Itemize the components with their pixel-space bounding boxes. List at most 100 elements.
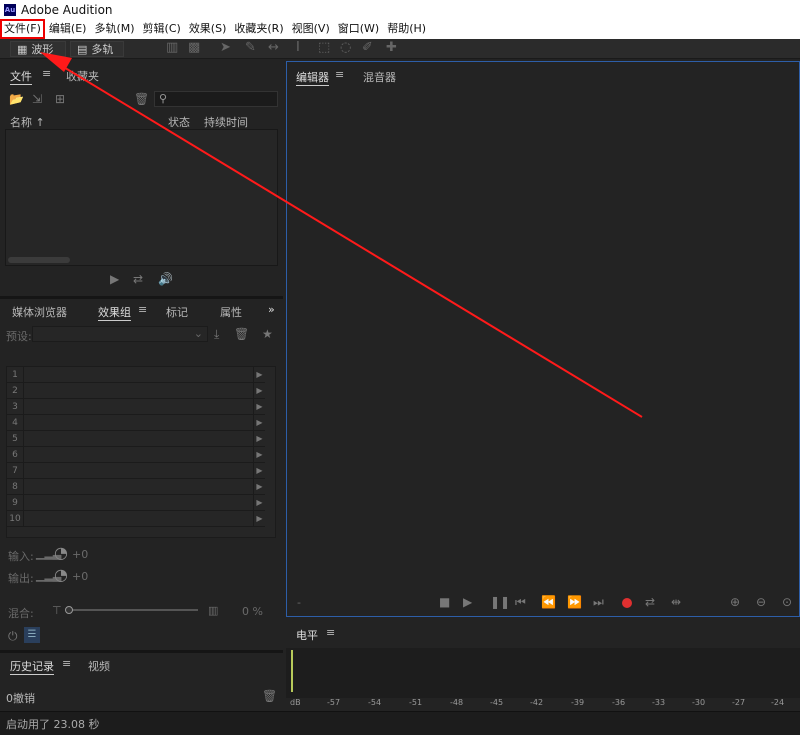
delete-preset-icon[interactable]: 🗑 — [234, 327, 249, 341]
marquee-tool-icon[interactable]: ⬚ — [318, 40, 330, 55]
level-meter — [286, 648, 800, 698]
column-duration-header[interactable]: 持续时间 — [204, 114, 248, 130]
preview-loop-icon[interactable]: ⇄ — [133, 272, 143, 286]
open-file-icon[interactable]: 📂 — [9, 92, 24, 106]
mix-slider[interactable] — [65, 606, 198, 614]
menu-favorites[interactable]: 收藏夹(R) — [230, 19, 287, 39]
column-status-header[interactable]: 状态 — [168, 114, 190, 130]
spot-healing-tool-icon[interactable]: ✚ — [386, 40, 397, 55]
level-title: 电平 — [296, 629, 318, 642]
input-gain-value[interactable]: +0 — [72, 548, 88, 561]
effect-slot[interactable]: 10 ▶ — [7, 510, 265, 527]
effect-slot[interactable]: 4 ▶ — [7, 414, 265, 431]
tab-properties[interactable]: 属性 — [220, 304, 242, 320]
slip-tool-icon[interactable]: ↔ — [268, 40, 279, 55]
waveform-area[interactable] — [287, 92, 799, 578]
panel-menu-icon[interactable]: ≡ — [42, 67, 51, 80]
menu-multitrack[interactable]: 多轨(M) — [90, 19, 138, 39]
pause-icon[interactable]: ❚❚ — [490, 595, 510, 609]
multitrack-button[interactable]: ▤ 多轨 — [70, 41, 124, 57]
new-file-icon[interactable]: ⊞ — [55, 92, 65, 106]
input-gain-knob-icon[interactable]: ◔ — [54, 543, 68, 562]
panel-menu-icon[interactable]: ≡ — [335, 68, 344, 81]
effect-slot[interactable]: 3 ▶ — [7, 398, 265, 415]
effect-slot[interactable]: 9 ▶ — [7, 494, 265, 511]
tab-video[interactable]: 视频 — [88, 658, 110, 674]
delete-icon[interactable]: 🗑 — [134, 92, 149, 106]
tab-editor[interactable]: 编辑器 — [296, 69, 329, 86]
panel-menu-icon[interactable]: ≡ — [326, 626, 335, 639]
meter-tick-label: -42 — [530, 698, 544, 707]
input-label: 输入: — [8, 550, 34, 563]
list-view-icon[interactable]: ☰ — [24, 627, 40, 643]
menu-window[interactable]: 窗口(W) — [334, 19, 383, 39]
preview-play-icon[interactable]: ▶ — [110, 272, 119, 286]
tab-favorites[interactable]: 收藏夹 — [66, 68, 99, 84]
move-tool-icon[interactable]: ➤ — [220, 40, 231, 55]
meter-tick-label: -27 — [732, 698, 746, 707]
meter-tick-label: -54 — [368, 698, 382, 707]
mix-value[interactable]: 0 % — [242, 605, 263, 618]
lasso-tool-icon[interactable]: ◌ — [340, 40, 351, 55]
skip-forward-icon[interactable]: ⏭ — [593, 595, 604, 610]
effect-slot[interactable]: 8 ▶ — [7, 478, 265, 495]
rewind-icon[interactable]: ⏪ — [541, 595, 556, 609]
menu-clip[interactable]: 剪辑(C) — [139, 19, 185, 39]
menu-edit[interactable]: 编辑(E) — [45, 19, 91, 39]
loop-icon[interactable]: ⇄ — [645, 595, 655, 609]
multitrack-icon: ▤ — [77, 42, 88, 56]
effect-slot[interactable]: 5 ▶ — [7, 430, 265, 447]
auto-play-speaker-icon[interactable]: 🔊 — [158, 272, 173, 286]
preset-select[interactable]: ⌄ — [32, 326, 208, 342]
delete-history-icon[interactable]: 🗑 — [262, 689, 277, 703]
tab-markers[interactable]: 标记 — [166, 304, 188, 320]
favorite-star-icon[interactable]: ★ — [262, 327, 273, 341]
menu-file[interactable]: 文件(F) — [0, 19, 45, 39]
effect-slot[interactable]: 2 ▶ — [7, 382, 265, 399]
save-preset-icon[interactable]: ⤓ — [214, 327, 219, 342]
skip-back-icon[interactable]: ⏮ — [515, 595, 526, 610]
tab-history[interactable]: 历史记录 — [10, 658, 54, 675]
skip-selection-icon[interactable]: ⇹ — [671, 595, 681, 609]
tab-files[interactable]: 文件 — [10, 68, 32, 85]
output-gain-value[interactable]: +0 — [72, 570, 88, 583]
razor-tool-icon[interactable]: ✎ — [245, 40, 256, 55]
overflow-chevron-icon[interactable]: » — [268, 303, 275, 316]
zoom-full-icon[interactable]: ⊙ — [782, 595, 792, 609]
menu-help[interactable]: 帮助(H) — [383, 19, 430, 39]
play-icon[interactable]: ▶ — [463, 595, 472, 609]
record-button-icon[interactable] — [622, 598, 632, 608]
title-bar: Au Adobe Audition — [0, 0, 800, 19]
pitch-view-icon[interactable]: ▩ — [188, 40, 200, 55]
spectral-view-icon[interactable]: ▥ — [166, 40, 178, 55]
meter-tick-label: -45 — [490, 698, 504, 707]
file-list[interactable] — [5, 129, 278, 266]
time-selection-tool-icon[interactable]: I — [296, 40, 300, 55]
search-input[interactable]: ⚲ — [154, 91, 278, 107]
horizontal-scrollbar[interactable] — [8, 257, 70, 263]
panel-menu-icon[interactable]: ≡ — [62, 657, 71, 670]
output-label: 输出: — [8, 572, 34, 585]
import-file-icon[interactable]: ⇲ — [32, 92, 42, 106]
zoom-out-amplitude-icon[interactable]: ⊖ — [756, 595, 766, 609]
tab-mixer[interactable]: 混音器 — [363, 69, 396, 85]
tab-media-browser[interactable]: 媒体浏览器 — [12, 304, 67, 320]
menu-effects[interactable]: 效果(S) — [185, 19, 231, 39]
brush-tool-icon[interactable]: ✐ — [362, 40, 373, 55]
waveform-button[interactable]: ▦ 波形 — [10, 41, 66, 57]
tab-effects-rack[interactable]: 效果组 — [98, 304, 131, 321]
menu-view[interactable]: 视图(V) — [288, 19, 334, 39]
effect-slot[interactable]: 1 ▶ — [7, 367, 265, 383]
effect-slot[interactable]: 7 ▶ — [7, 462, 265, 479]
meter-tick-label: -33 — [652, 698, 666, 707]
output-gain-knob-icon[interactable]: ◔ — [54, 565, 68, 584]
fast-forward-icon[interactable]: ⏩ — [567, 595, 582, 609]
time-display: - — [297, 596, 301, 609]
stop-icon[interactable]: ■ — [439, 595, 450, 609]
panel-menu-icon[interactable]: ≡ — [138, 303, 147, 316]
column-name-header[interactable]: 名称 ↑ — [10, 114, 45, 130]
effect-slot[interactable]: 6 ▶ — [7, 446, 265, 463]
zoom-in-amplitude-icon[interactable]: ⊕ — [730, 595, 740, 609]
mix-slider-handle[interactable] — [65, 606, 73, 614]
power-icon[interactable]: ⏻ — [8, 629, 18, 644]
